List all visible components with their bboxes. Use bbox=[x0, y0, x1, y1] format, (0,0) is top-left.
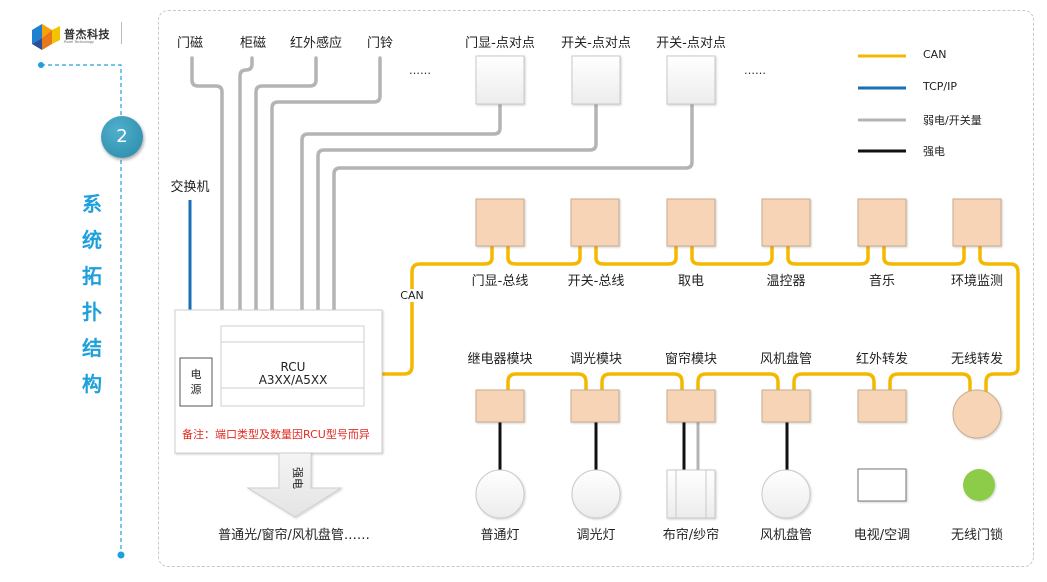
p2p-device-box bbox=[666, 55, 716, 105]
bus-device-box bbox=[666, 198, 716, 247]
bus-device-label: 开关-总线 bbox=[567, 274, 625, 289]
legend-weak-label: 弱电/开关量 bbox=[923, 114, 982, 127]
module-box bbox=[761, 389, 811, 423]
p2p-device-box bbox=[571, 55, 621, 105]
module-label: 窗帘模块 bbox=[664, 352, 718, 367]
can-label: CAN bbox=[399, 289, 425, 302]
module-box bbox=[666, 389, 716, 423]
more-p2p-ellipsis: …… bbox=[744, 64, 766, 77]
bus-device-label: 取电 bbox=[677, 274, 705, 289]
curtain-icon bbox=[666, 469, 716, 519]
legend-lines bbox=[858, 54, 906, 153]
module-label: 继电器模块 bbox=[467, 352, 533, 367]
rcu-note: 备注：端口类型及数量因RCU型号而异 bbox=[182, 428, 370, 441]
module-boxes bbox=[475, 389, 1002, 439]
dimmer-light-icon bbox=[571, 469, 621, 519]
rcu-name: RCU bbox=[280, 360, 306, 374]
more-dry-contacts-ellipsis: …… bbox=[409, 64, 431, 77]
bus-device-box bbox=[952, 198, 1002, 247]
p2p-device-label: 开关-点对点 bbox=[656, 36, 726, 51]
normal-light-icon bbox=[475, 469, 525, 519]
module-label: 风机盘管 bbox=[759, 352, 813, 367]
tv-ac-icon bbox=[857, 468, 907, 502]
p2p-device-label: 门显-点对点 bbox=[465, 36, 535, 51]
bus-device-label: 环境监测 bbox=[950, 274, 1004, 289]
module-label: 红外转发 bbox=[855, 352, 909, 367]
bus-device-box bbox=[475, 198, 525, 247]
wireless-relay-circle bbox=[952, 389, 1002, 439]
legend-can-label: CAN bbox=[923, 48, 947, 61]
bus-device-box bbox=[761, 198, 811, 247]
module-label: 调光模块 bbox=[569, 352, 623, 367]
legend-strong-label: 强电 bbox=[923, 145, 945, 158]
strong-current-wires bbox=[498, 422, 789, 470]
wire-cabinet-sensor bbox=[238, 56, 254, 314]
module-box bbox=[857, 389, 907, 423]
p2p-device-box bbox=[475, 55, 525, 105]
load-label: 风机盘管 bbox=[759, 528, 813, 543]
wire-doorbell bbox=[270, 56, 382, 314]
bus-device-box bbox=[570, 198, 620, 247]
can-bus bbox=[382, 246, 1020, 392]
load-label: 无线门锁 bbox=[950, 528, 1004, 543]
wire-p2p-doorplate bbox=[300, 102, 502, 314]
power-label: 电 bbox=[190, 368, 202, 381]
power-label: 源 bbox=[190, 383, 202, 396]
rcu-model: A3XX/A5XX bbox=[258, 373, 328, 387]
switch-label: 交换机 bbox=[170, 180, 210, 195]
strong-targets-label: 普通光/窗帘/风机盘管…… bbox=[218, 528, 370, 543]
wireless-lock-icon bbox=[963, 469, 995, 501]
module-label: 无线转发 bbox=[950, 352, 1004, 367]
dry-contact-label: 门磁 bbox=[176, 36, 204, 51]
p2p-device-boxes bbox=[475, 55, 716, 105]
module-box bbox=[570, 389, 620, 423]
strong-arrow-label: 强电 bbox=[291, 467, 304, 489]
bus-device-label: 温控器 bbox=[766, 274, 806, 289]
load-devices bbox=[475, 468, 995, 519]
dry-contact-label: 红外感应 bbox=[289, 36, 343, 51]
fan-coil-icon bbox=[761, 469, 811, 519]
load-label: 普通灯 bbox=[480, 528, 520, 543]
bus-device-label: 门显-总线 bbox=[471, 274, 529, 289]
dry-contact-label: 柜磁 bbox=[239, 36, 267, 51]
load-label: 电视/空调 bbox=[853, 528, 911, 543]
load-label: 布帘/纱帘 bbox=[662, 528, 720, 543]
legend-tcpip-label: TCP/IP bbox=[923, 80, 957, 93]
wire-ir-sensor bbox=[254, 56, 318, 314]
bus-device-box bbox=[857, 198, 907, 247]
dry-contact-label: 门铃 bbox=[366, 36, 394, 51]
p2p-device-label: 开关-点对点 bbox=[561, 36, 631, 51]
bus-device-label: 音乐 bbox=[868, 274, 896, 289]
module-box bbox=[475, 389, 525, 423]
topology-diagram bbox=[174, 54, 1020, 519]
bus-device-boxes bbox=[475, 198, 1002, 247]
load-label: 调光灯 bbox=[576, 528, 616, 543]
